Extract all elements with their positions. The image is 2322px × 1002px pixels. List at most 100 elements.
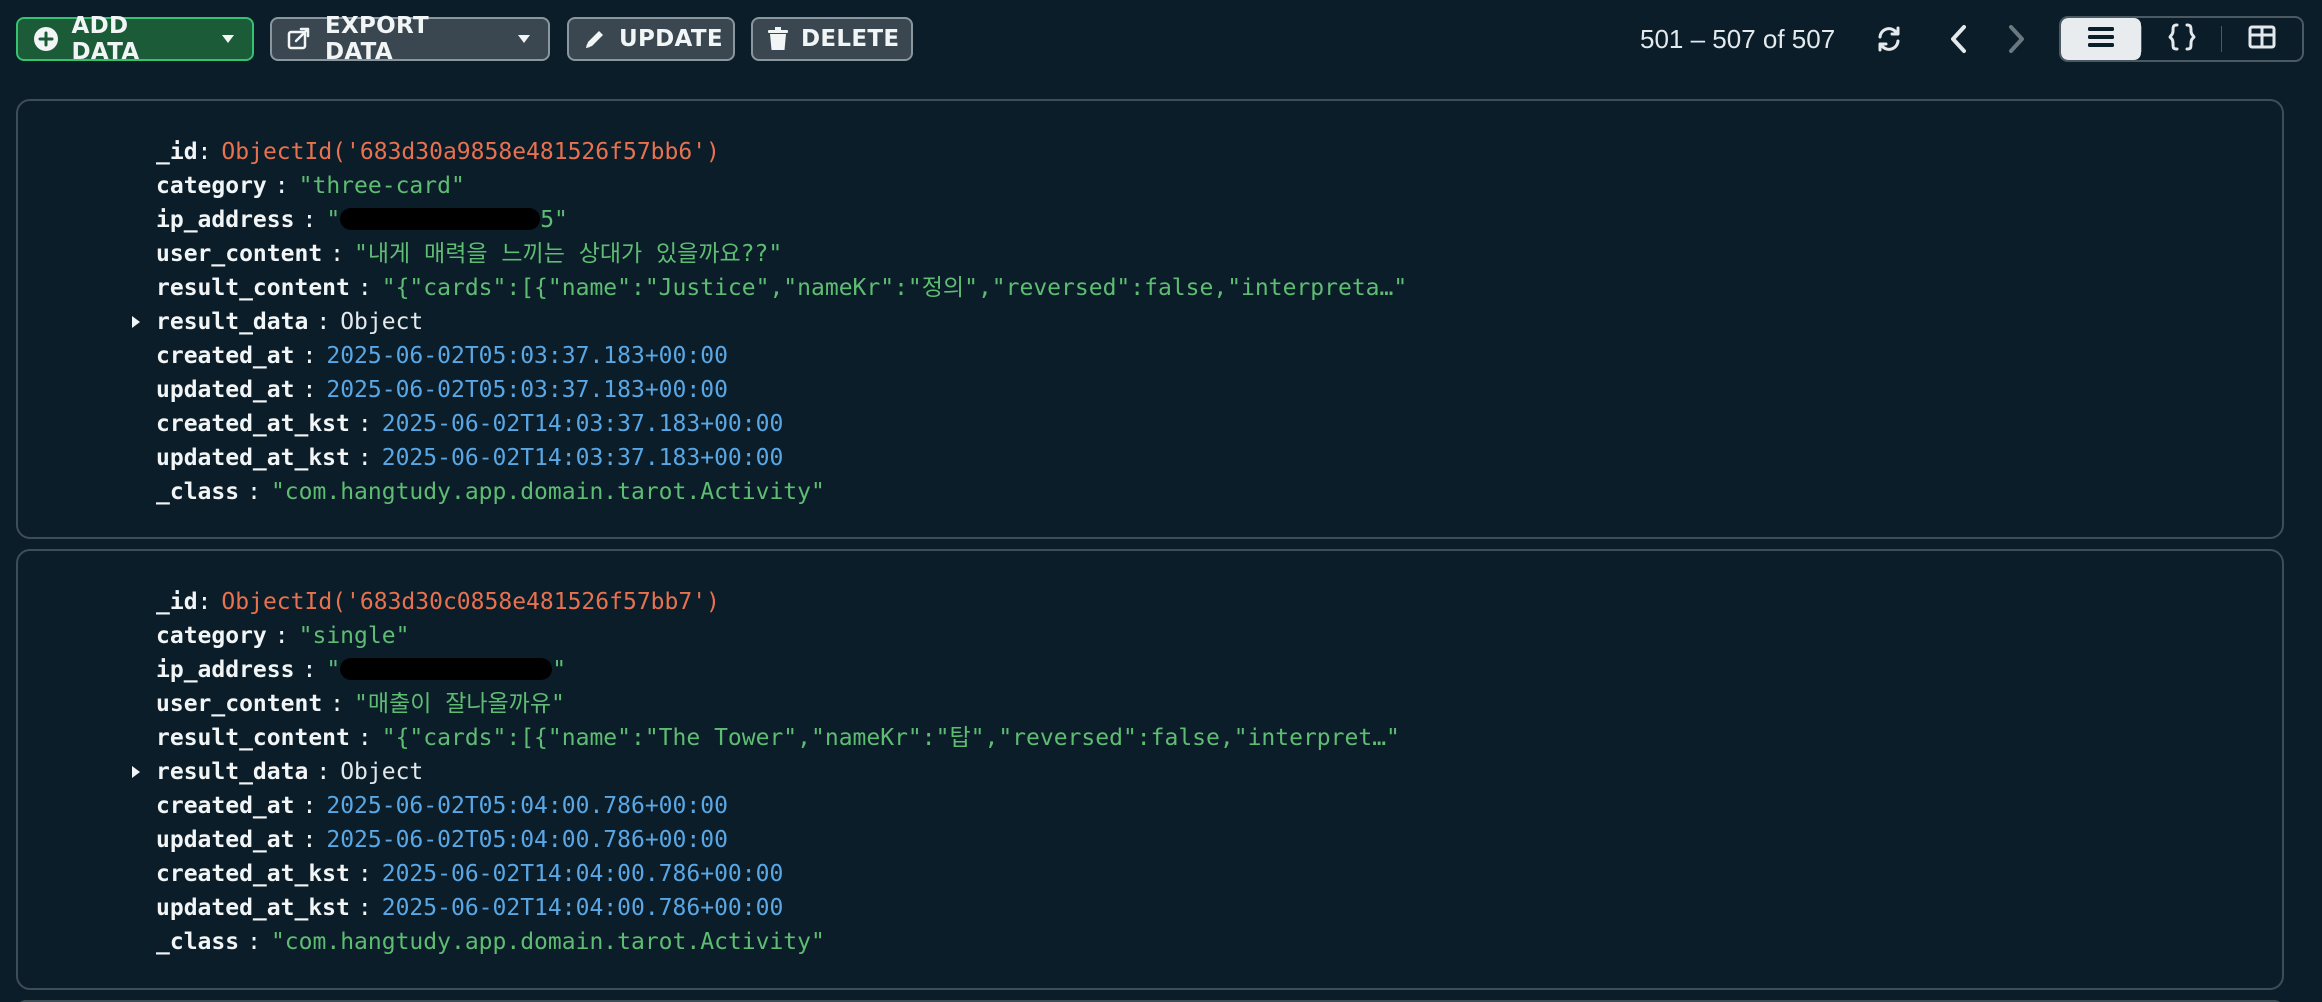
field-value[interactable]: Object	[340, 309, 423, 335]
field-key: created_at_kst	[156, 411, 350, 437]
field-value[interactable]: "{"cards":[{"name":"The Tower","nameKr":…	[382, 725, 1400, 751]
table-view-button[interactable]	[2222, 18, 2302, 60]
field-value[interactable]: 2025-06-02T05:04:00.786+00:00	[326, 793, 728, 819]
export-data-button[interactable]: EXPORT DATA	[270, 13, 550, 65]
field-created-at: created_at:2025-06-02T05:04:00.786+00:00	[156, 789, 2262, 823]
pencil-icon	[583, 25, 607, 53]
field-key: updated_at	[156, 377, 295, 403]
field-key: _class	[156, 479, 240, 505]
field-value[interactable]: 2025-06-02T14:03:37.183+00:00	[382, 445, 784, 471]
trash-icon	[767, 25, 789, 53]
expand-caret-icon[interactable]	[126, 305, 146, 339]
field-colon: :	[274, 623, 289, 649]
json-view-icon	[2167, 22, 2197, 56]
field-colon: :	[316, 309, 331, 335]
field-value[interactable]: "내게 매력을 느끼는 상대가 있을까요??"	[354, 241, 782, 267]
field-updated-at: updated_at:2025-06-02T05:03:37.183+00:00	[156, 373, 2262, 407]
json-view-button[interactable]	[2142, 18, 2222, 60]
field-created-at-kst: created_at_kst:2025-06-02T14:04:00.786+0…	[156, 857, 2262, 891]
update-button[interactable]: UPDATE	[567, 17, 735, 61]
chevron-left-icon[interactable]	[1940, 20, 1978, 58]
export-data-label: EXPORT DATA	[324, 13, 429, 65]
field-value[interactable]: "매출이 잘나올까유"	[354, 691, 565, 717]
field-key: updated_at_kst	[156, 895, 350, 921]
document-card[interactable]: _id: ObjectId('683d30a9858e481526f57bb6')…	[16, 99, 2284, 539]
field-colon: :	[197, 139, 212, 165]
field-category: category: "three-card"	[156, 169, 2262, 203]
field-colon: :	[302, 207, 317, 233]
redaction-mark	[340, 207, 541, 230]
refresh-icon[interactable]	[1870, 20, 1908, 58]
plus-circle-icon	[32, 25, 60, 53]
field-colon: :	[302, 827, 317, 853]
field-value[interactable]: "{"cards":[{"name":"Justice","nameKr":"정…	[382, 275, 1407, 301]
field-colon: :	[302, 657, 317, 683]
field-class: _class: "com.hangtudy.app.domain.tarot.Ac…	[156, 475, 2262, 509]
field-id: _id: ObjectId('683d30c0858e481526f57bb7')	[156, 585, 2262, 619]
list-view-button[interactable]	[2061, 18, 2141, 60]
field-value[interactable]: "single"	[299, 623, 410, 649]
field-key: category	[156, 173, 267, 199]
field-colon: :	[357, 275, 372, 301]
field-value[interactable]: Object	[340, 759, 423, 785]
field-key: user_content	[156, 691, 323, 717]
field-colon: :	[357, 861, 372, 887]
field-ip-address: ip_address: " 5"	[156, 203, 2262, 237]
field-key: updated_at	[156, 827, 295, 853]
field-value[interactable]: 2025-06-02T05:04:00.786+00:00	[326, 827, 728, 853]
view-toggle	[2059, 16, 2304, 62]
add-data-button[interactable]: ADD DATA	[16, 13, 254, 65]
field-value[interactable]: "com.hangtudy.app.domain.tarot.Activity"	[271, 479, 825, 505]
field-user-content: user_content: "매출이 잘나올까유"	[156, 687, 2262, 721]
field-key: category	[156, 623, 267, 649]
update-label: UPDATE	[619, 26, 723, 52]
field-key: ip_address	[156, 657, 295, 683]
field-colon: :	[357, 895, 372, 921]
field-value[interactable]: 2025-06-02T05:03:37.183+00:00	[326, 377, 728, 403]
field-colon: :	[357, 445, 372, 471]
field-value[interactable]: ObjectId('683d30c0858e481526f57bb7')	[221, 589, 720, 615]
field-key: created_at_kst	[156, 861, 350, 887]
field-user-content: user_content: "내게 매력을 느끼는 상대가 있을까요??"	[156, 237, 2262, 271]
caret-down-icon	[517, 31, 532, 47]
document-fields: _id: ObjectId('683d30a9858e481526f57bb6')…	[132, 135, 2262, 509]
field-colon: :	[330, 691, 345, 717]
field-value[interactable]: "com.hangtudy.app.domain.tarot.Activity"	[271, 929, 825, 955]
field-key: result_data	[156, 309, 309, 335]
field-updated-at-kst: updated_at_kst:2025-06-02T14:03:37.183+0…	[156, 441, 2262, 475]
field-id: _id: ObjectId('683d30a9858e481526f57bb6')	[156, 135, 2262, 169]
field-colon: :	[316, 759, 331, 785]
field-value[interactable]: 2025-06-02T14:04:00.786+00:00	[382, 895, 784, 921]
field-class: _class: "com.hangtudy.app.domain.tarot.Ac…	[156, 925, 2262, 959]
field-colon: :	[302, 343, 317, 369]
field-colon: :	[247, 479, 261, 505]
field-value[interactable]: "three-card"	[299, 173, 465, 199]
field-value[interactable]: 2025-06-02T14:04:00.786+00:00	[382, 861, 784, 887]
field-category: category: "single"	[156, 619, 2262, 653]
field-value-suffix: "	[552, 657, 567, 683]
expand-caret-icon[interactable]	[126, 755, 146, 789]
field-colon: :	[302, 377, 317, 403]
chevron-right-icon[interactable]	[1997, 20, 2035, 58]
table-view-icon	[2248, 25, 2276, 53]
field-key: created_at	[156, 793, 295, 819]
field-colon: :	[357, 725, 372, 751]
field-updated-at-kst: updated_at_kst:2025-06-02T14:04:00.786+0…	[156, 891, 2262, 925]
field-key: _id	[156, 139, 198, 165]
field-value[interactable]: 2025-06-02T05:03:37.183+00:00	[326, 343, 728, 369]
field-ip-address: ip_address: " "	[156, 653, 2262, 687]
redaction-mark	[340, 657, 553, 680]
field-value[interactable]: ObjectId('683d30a9858e481526f57bb6')	[221, 139, 720, 165]
field-key: _class	[156, 929, 240, 955]
field-key: updated_at_kst	[156, 445, 350, 471]
field-key: ip_address	[156, 207, 295, 233]
document-card[interactable]: _id: ObjectId('683d30c0858e481526f57bb7')…	[16, 549, 2284, 990]
field-key: result_content	[156, 725, 350, 751]
field-value-prefix: "	[326, 657, 341, 683]
field-key: result_data	[156, 759, 309, 785]
field-value[interactable]: 2025-06-02T14:03:37.183+00:00	[382, 411, 784, 437]
field-result-content: result_content: "{"cards":[{"name":"Justi…	[156, 271, 2262, 305]
field-result-data: result_data: Object	[132, 305, 2262, 339]
delete-button[interactable]: DELETE	[751, 17, 913, 61]
field-colon: :	[274, 173, 289, 199]
